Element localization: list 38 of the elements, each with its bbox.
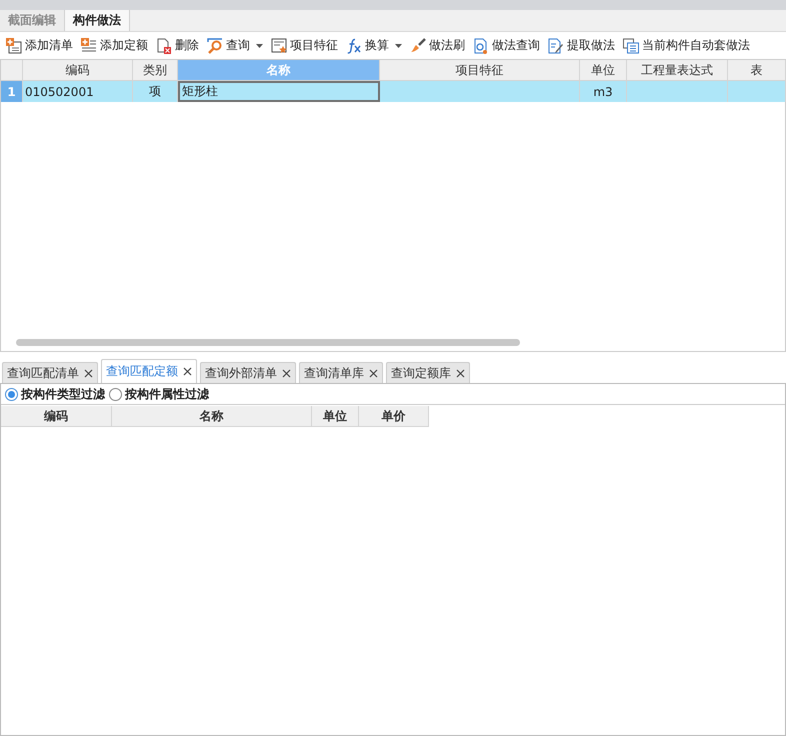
brush-icon [410, 38, 426, 54]
column-header[interactable]: 类别 [133, 60, 178, 81]
document-search-icon [473, 38, 489, 54]
query-tab[interactable]: 查询定额库 [386, 362, 470, 383]
add-list-icon [6, 38, 22, 54]
table-cell: 项 [133, 81, 178, 102]
table-cell: m3 [580, 81, 627, 102]
toolbar-button[interactable]: 查询 [204, 35, 266, 56]
close-icon[interactable] [369, 368, 378, 378]
column-header[interactable]: 单位 [312, 406, 359, 427]
query-tab[interactable]: 查询匹配定额 [101, 359, 197, 383]
column-header[interactable]: 编码 [23, 60, 133, 81]
column-header[interactable]: 单价 [359, 406, 429, 427]
column-header[interactable]: 编码 [1, 406, 112, 427]
column-header[interactable]: 表 [728, 60, 786, 81]
column-header[interactable]: 单位 [580, 60, 627, 81]
column-header[interactable]: 名称 [112, 406, 312, 427]
column-header[interactable]: 工程量表达式 [627, 60, 728, 81]
scrollbar[interactable] [16, 339, 520, 346]
table-cell: 矩形柱 [178, 81, 380, 102]
function-icon [346, 38, 362, 54]
filter-radio[interactable]: 按构件属性过滤 [109, 386, 209, 402]
query-tab[interactable]: 查询匹配清单 [2, 362, 98, 383]
window-list-icon [623, 38, 639, 54]
column-header[interactable]: 项目特征 [380, 60, 580, 81]
query-tab[interactable]: 查询清单库 [299, 362, 383, 383]
table-cell: 010502001 [23, 81, 133, 102]
search-icon [207, 38, 223, 54]
close-icon[interactable] [183, 367, 192, 376]
close-icon[interactable] [84, 368, 93, 378]
panel-tab[interactable]: 构件做法 [65, 10, 130, 31]
query-tab[interactable]: 查询外部清单 [200, 362, 296, 383]
document-pen-icon [548, 38, 564, 54]
close-icon[interactable] [282, 368, 291, 378]
filter-radio[interactable]: 按构件类型过滤 [5, 386, 105, 402]
add-quota-icon [81, 38, 97, 54]
delete-document-icon [156, 38, 172, 54]
close-icon[interactable] [456, 368, 465, 378]
